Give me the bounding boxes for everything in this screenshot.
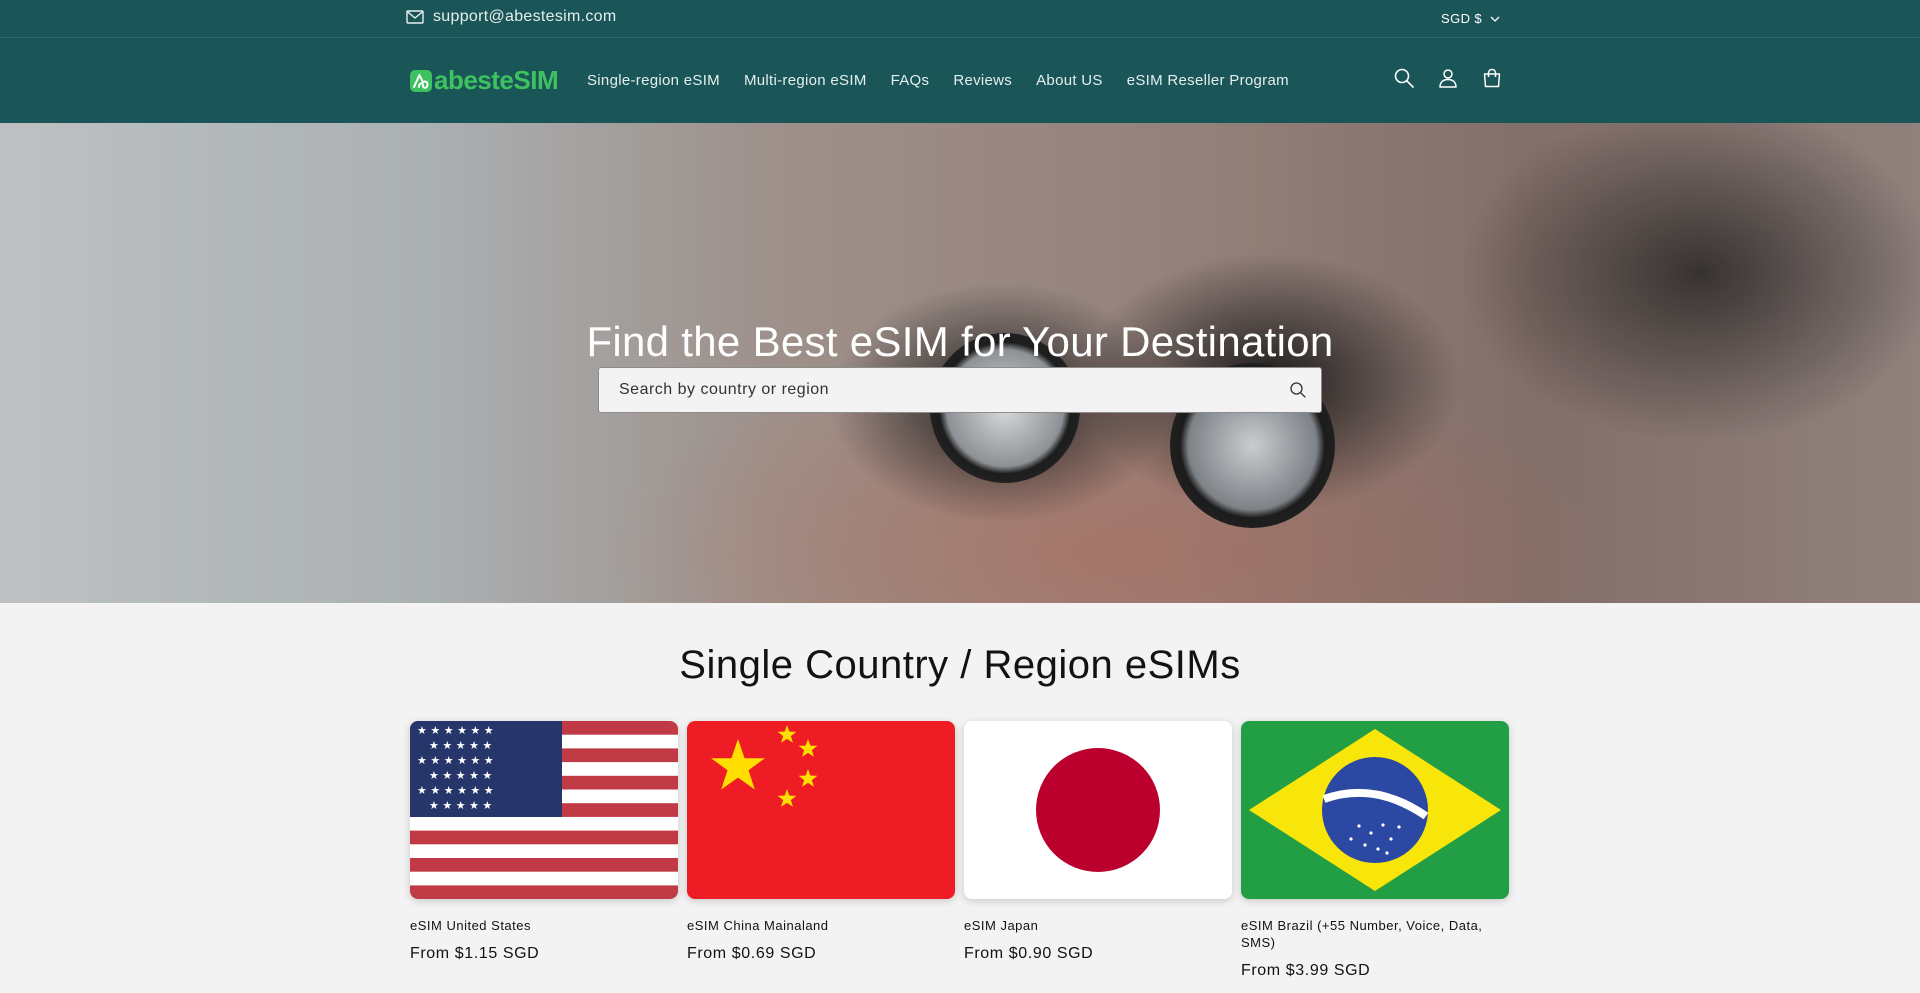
product-price: From $1.15 SGD xyxy=(410,945,540,962)
japan-flag-image[interactable] xyxy=(964,721,1232,899)
nav-multi-region[interactable]: Multi-region eSIM xyxy=(744,72,867,89)
main-nav: Single-region eSIM Multi-region eSIM FAQ… xyxy=(587,72,1313,89)
us-flag: ★ ★ ★ ★ ★ ★ ★ ★ ★ ★ ★ ★ ★ ★ ★ ★ ★ ★ ★ ★ … xyxy=(410,721,678,899)
search-icon xyxy=(1394,68,1414,88)
svg-text:★ ★ ★ ★ ★ ★: ★ ★ ★ ★ ★ ★ xyxy=(417,724,494,737)
mail-icon xyxy=(406,10,424,24)
product-title[interactable]: eSIM China Mainaland xyxy=(687,917,955,934)
support-email[interactable]: support@abestesim.com xyxy=(406,8,617,26)
product-title[interactable]: eSIM Brazil (+55 Number, Voice, Data, SM… xyxy=(1241,917,1509,951)
hero-title: Find the Best eSIM for Your Destination xyxy=(586,318,1334,365)
site-header: abesteSIM Single-region eSIM Multi-regio… xyxy=(0,38,1920,123)
japan-flag xyxy=(964,721,1232,899)
svg-text:★ ★ ★ ★ ★ ★: ★ ★ ★ ★ ★ ★ xyxy=(417,784,494,797)
svg-text:★ ★ ★ ★ ★: ★ ★ ★ ★ ★ xyxy=(429,799,492,812)
us-flag-image[interactable]: ★ ★ ★ ★ ★ ★ ★ ★ ★ ★ ★ ★ ★ ★ ★ ★ ★ ★ ★ ★ … xyxy=(410,721,678,899)
svg-text:★ ★ ★ ★ ★: ★ ★ ★ ★ ★ xyxy=(429,769,492,782)
product-price: From $0.90 SGD xyxy=(964,945,1094,962)
support-email-text: support@abestesim.com xyxy=(433,8,617,25)
announcement-bar: support@abestesim.com SGD $ xyxy=(0,0,1920,38)
cart-icon xyxy=(1483,68,1501,88)
currency-selector[interactable]: SGD $ xyxy=(1441,11,1500,26)
logo-text: abesteSIM xyxy=(434,65,559,95)
nav-about-us[interactable]: About US xyxy=(1036,72,1103,89)
search-input[interactable]: Search by country or region xyxy=(599,381,1275,399)
product-price: From $0.69 SGD xyxy=(687,945,817,962)
product-card[interactable]: eSIM Brazil (+55 Number, Voice, Data, SM… xyxy=(1241,721,1509,980)
china-flag-image[interactable] xyxy=(687,721,955,899)
cart-button[interactable] xyxy=(1478,64,1506,92)
logo-mark-icon xyxy=(410,69,432,92)
hero-banner: Find the Best eSIM for Your Destination … xyxy=(0,123,1920,603)
product-card[interactable]: ★ ★ ★ ★ ★ ★ ★ ★ ★ ★ ★ ★ ★ ★ ★ ★ ★ ★ ★ ★ … xyxy=(410,721,678,963)
brazil-flag-image[interactable] xyxy=(1241,721,1509,899)
nav-reviews[interactable]: Reviews xyxy=(953,72,1012,89)
search-icon xyxy=(1290,382,1306,398)
china-flag xyxy=(687,721,955,899)
site-logo[interactable]: abesteSIM xyxy=(410,65,559,96)
search-button[interactable] xyxy=(1390,64,1418,92)
currency-label: SGD $ xyxy=(1441,11,1483,26)
product-card[interactable]: eSIM China Mainaland From $0.69 SGD xyxy=(687,721,955,963)
nav-faqs[interactable]: FAQs xyxy=(891,72,930,89)
nav-single-region[interactable]: Single-region eSIM xyxy=(587,72,720,89)
search-submit-button[interactable] xyxy=(1275,368,1321,412)
user-icon xyxy=(1439,69,1457,88)
svg-text:★ ★ ★ ★ ★: ★ ★ ★ ★ ★ xyxy=(429,739,492,752)
nav-reseller-program[interactable]: eSIM Reseller Program xyxy=(1127,72,1289,89)
account-button[interactable] xyxy=(1434,64,1462,92)
brazil-flag xyxy=(1241,721,1509,899)
section-title: Single Country / Region eSIMs xyxy=(679,643,1241,687)
product-price: From $3.99 SGD xyxy=(1241,962,1371,979)
svg-text:★ ★ ★ ★ ★ ★: ★ ★ ★ ★ ★ ★ xyxy=(417,754,494,767)
destination-search-bar[interactable]: Search by country or region xyxy=(598,367,1322,413)
product-title[interactable]: eSIM Japan xyxy=(964,917,1232,934)
product-card[interactable]: eSIM Japan From $0.90 SGD xyxy=(964,721,1232,963)
product-title[interactable]: eSIM United States xyxy=(410,917,678,934)
chevron-down-icon xyxy=(1490,16,1500,22)
